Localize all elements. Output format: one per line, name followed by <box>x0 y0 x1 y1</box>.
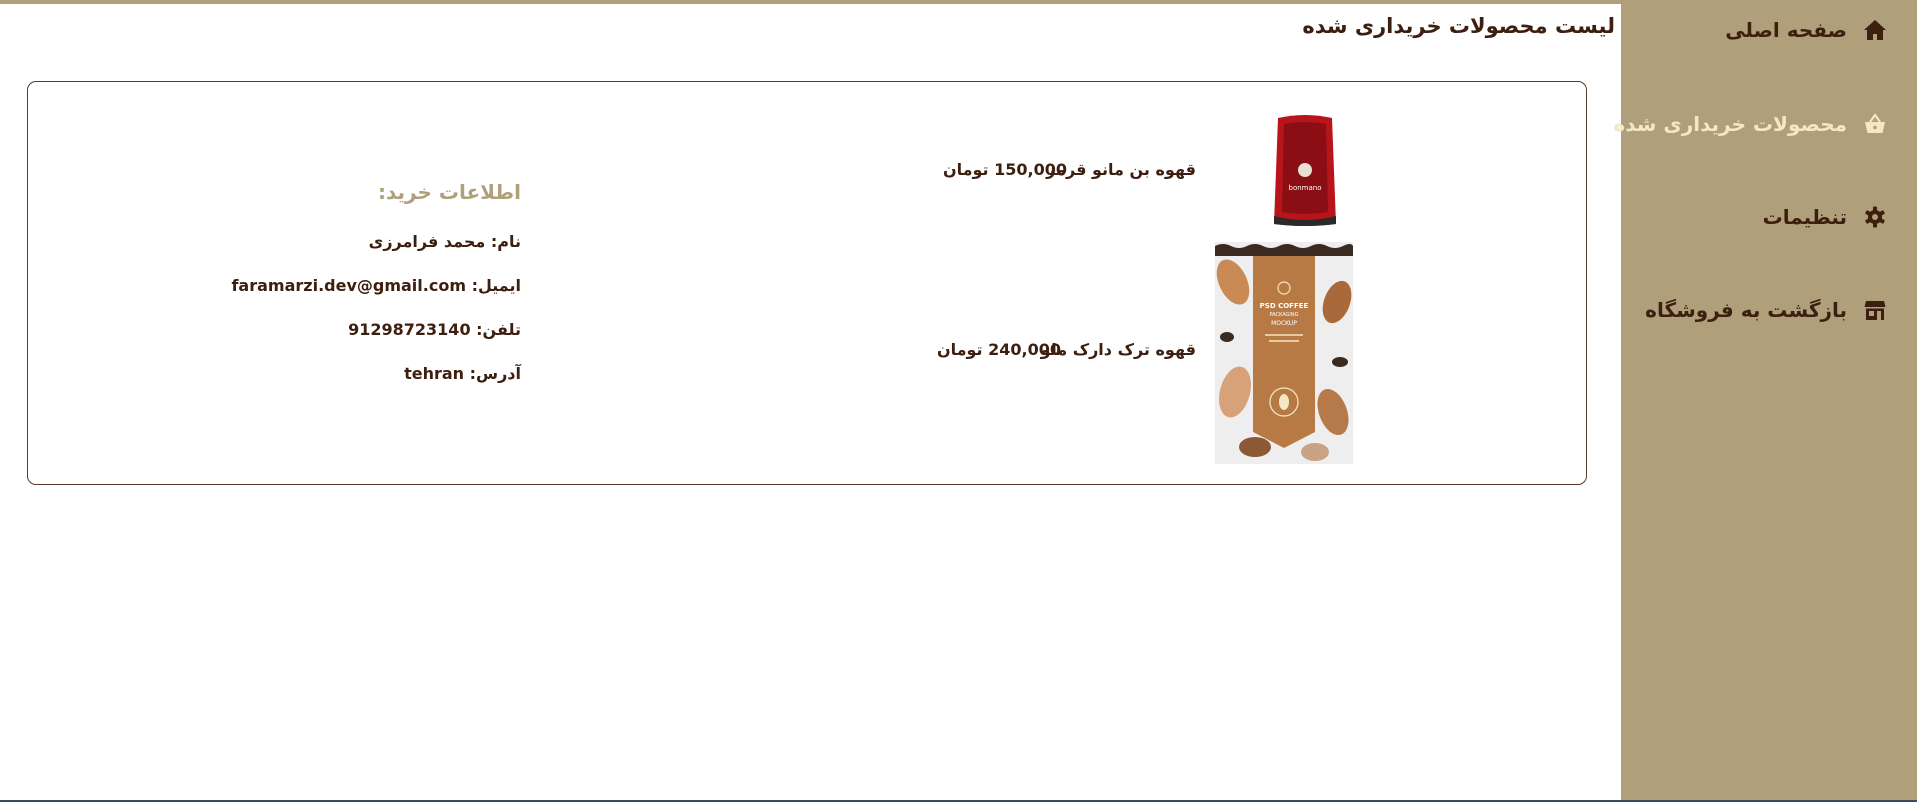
product-image-label: PSD COFFEE <box>1260 302 1309 310</box>
purchase-info-name: نام: محمد فرامرزی <box>368 232 521 251</box>
page-title: لیست محصولات خریداری شده <box>1302 14 1615 38</box>
product-image-turkish-coffee: PSD COFFEE PACKAGING MOCKUP <box>1215 242 1353 464</box>
sidebar-item-back-to-store[interactable]: بازگشت به فروشگاه <box>1645 298 1887 322</box>
order-card: bonmano قهوه بن مانو قرمز 150,000 تومان … <box>27 81 1587 485</box>
basket-icon <box>1863 112 1887 136</box>
product-image-red-coffee: bonmano <box>1250 112 1360 228</box>
product-image-tag: MOCKUP <box>1271 320 1297 327</box>
sidebar-item-label: بازگشت به فروشگاه <box>1645 298 1847 322</box>
sidebar: صفحه اصلی محصولات خریداری شده تنظیمات با… <box>1613 0 1917 802</box>
store-icon <box>1863 298 1887 322</box>
product-image-label: bonmano <box>1289 184 1322 192</box>
product-price: 150,000 تومان <box>942 160 1067 179</box>
sidebar-item-label: محصولات خریداری شده <box>1613 112 1847 136</box>
gear-icon <box>1863 205 1887 229</box>
purchase-info-email: ایمیل: faramarzi.dev@gmail.com <box>231 276 521 295</box>
sidebar-item-settings[interactable]: تنظیمات <box>1763 205 1887 229</box>
purchase-info-phone: تلفن: 91298723140 <box>348 320 521 339</box>
sidebar-item-label: تنظیمات <box>1762 205 1847 229</box>
product-price: 240,000 تومان <box>936 340 1061 359</box>
purchase-info-address: آدرس: tehran <box>404 364 521 383</box>
product-name: قهوه ترک دارک ملو <box>1040 340 1196 359</box>
sidebar-item-purchased-products[interactable]: محصولات خریداری شده <box>1613 112 1887 136</box>
product-name: قهوه بن مانو قرمز <box>1046 160 1196 179</box>
sidebar-item-label: صفحه اصلی <box>1725 18 1847 42</box>
purchase-info-title: اطلاعات خرید: <box>377 180 521 204</box>
product-image-sublabel: PACKAGING <box>1269 312 1298 318</box>
home-icon <box>1863 18 1887 42</box>
sidebar-item-home[interactable]: صفحه اصلی <box>1725 18 1887 42</box>
